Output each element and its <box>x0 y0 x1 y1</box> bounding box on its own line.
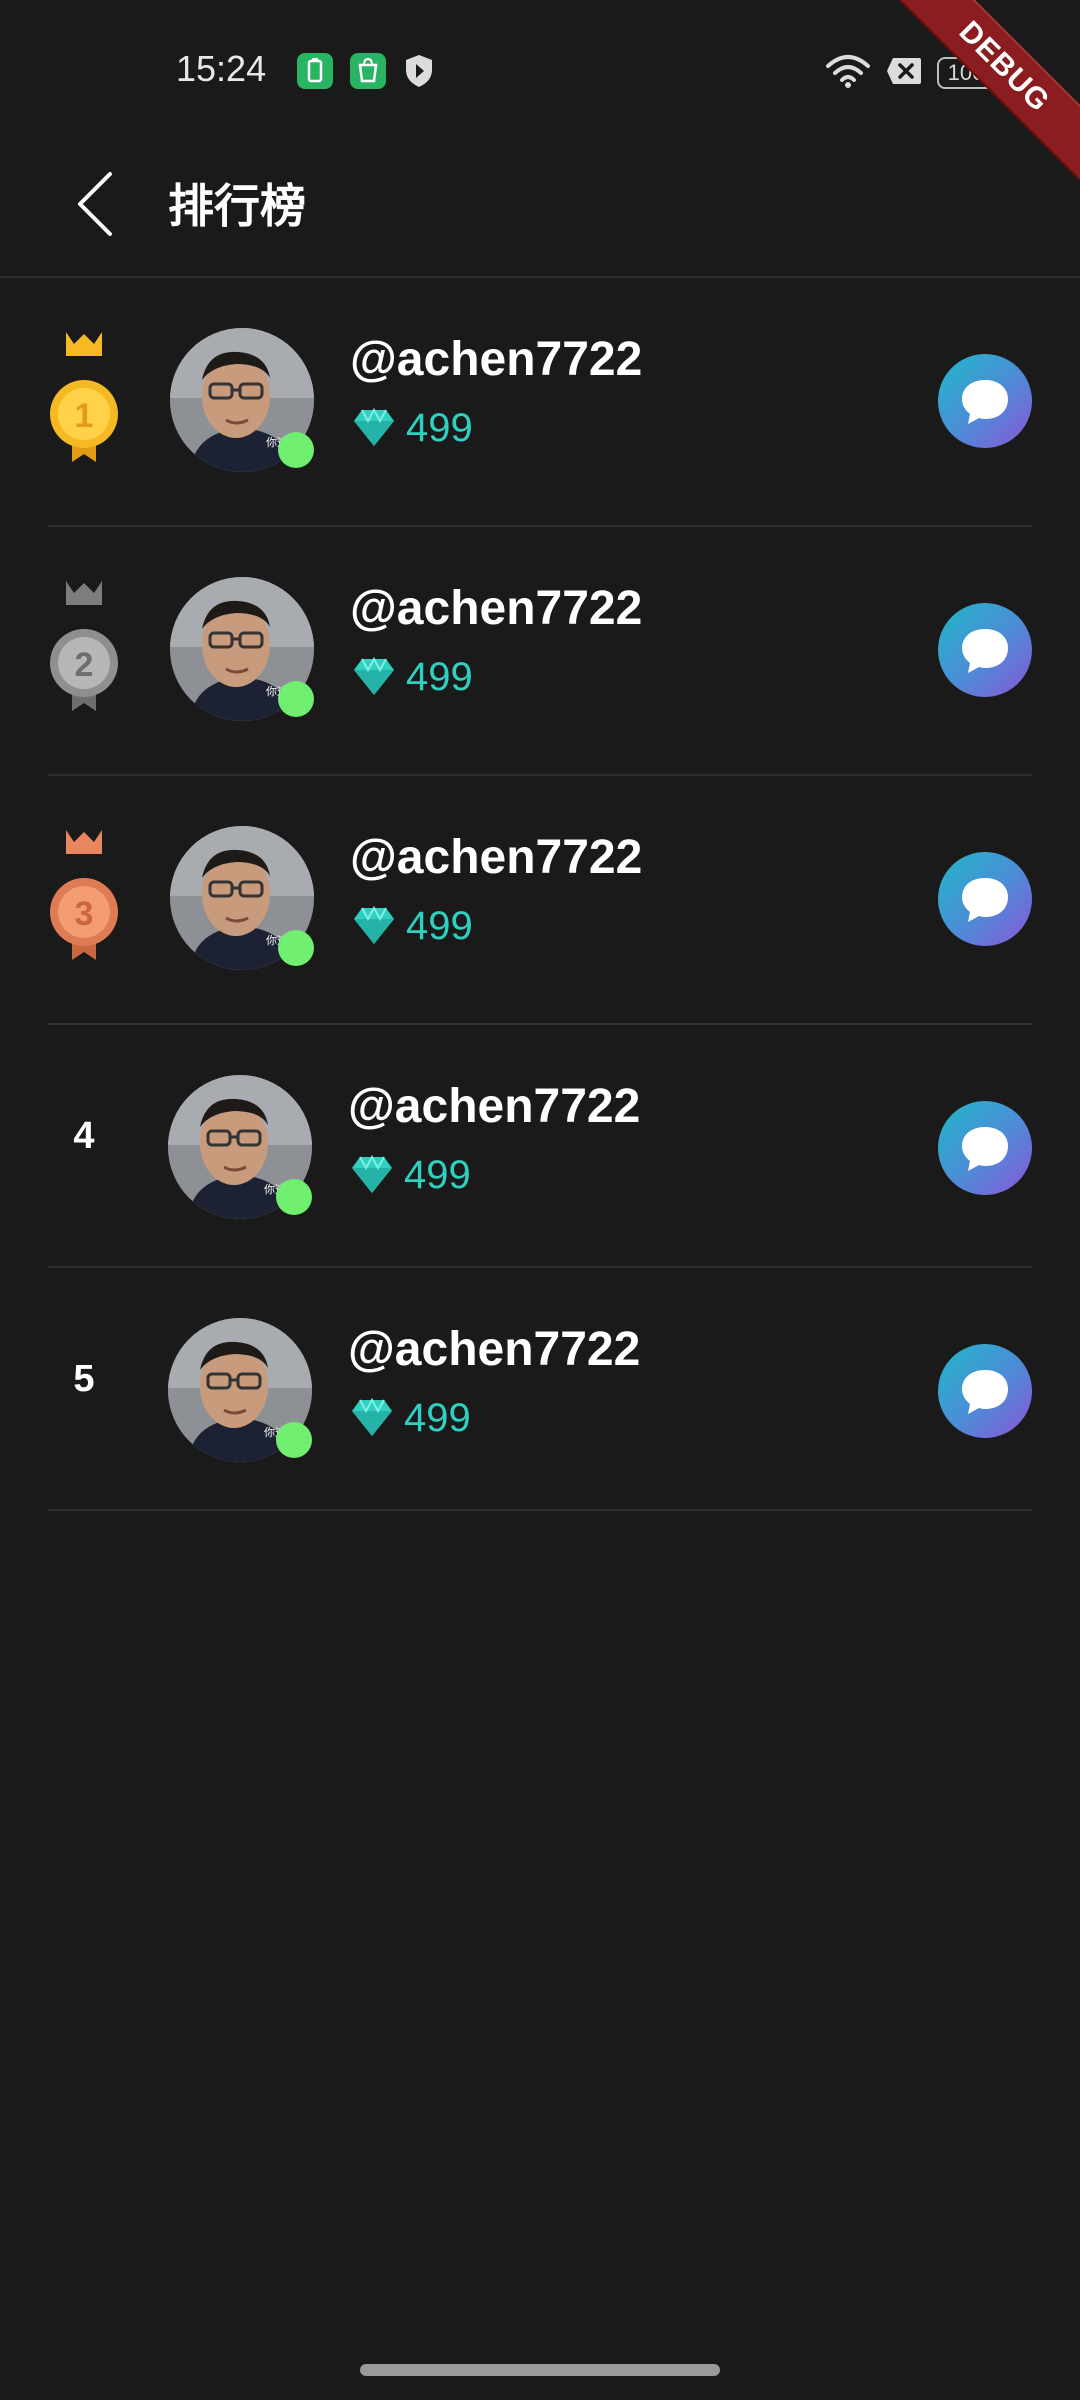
chat-button[interactable] <box>938 354 1032 448</box>
svg-text:3: 3 <box>75 895 94 933</box>
ranking-row[interactable]: 1 你这背景 @achen7722 499 <box>48 278 1032 527</box>
page-title: 排行榜 <box>168 180 306 232</box>
svg-text:2: 2 <box>75 646 94 684</box>
shield-icon <box>406 55 432 87</box>
username: @achen7722 <box>348 1323 641 1376</box>
gem-count: 499 <box>404 1396 471 1440</box>
status-bar: 15:24 100 <box>0 0 1080 140</box>
shopping-app-notification-icon <box>350 53 386 89</box>
ranking-row[interactable]: 2 你这背景 @achen7722 499 <box>48 527 1032 776</box>
chat-bubble-icon <box>962 380 1008 424</box>
chat-bubble-icon <box>962 629 1008 673</box>
username: @achen7722 <box>348 1080 641 1133</box>
battery-app-notification-icon <box>297 53 333 89</box>
ranking-row[interactable]: 3 你这背景 @achen7722 499 <box>48 776 1032 1025</box>
ranking-row[interactable]: 5 你这背景 @achen7722 499 <box>48 1268 1032 1511</box>
rank-number: 5 <box>73 1358 95 1400</box>
username: @achen7722 <box>350 582 643 635</box>
online-status-dot <box>276 1179 312 1215</box>
online-status-dot <box>276 1422 312 1458</box>
bronze-medal-icon: 3 <box>50 830 118 960</box>
chat-button[interactable] <box>938 1344 1032 1438</box>
status-time: 15:24 <box>176 48 267 89</box>
no-sim-icon <box>887 58 921 84</box>
gem-count: 499 <box>404 1153 471 1197</box>
silver-medal-icon: 2 <box>50 581 118 711</box>
diamond-icon <box>354 906 394 944</box>
home-indicator[interactable] <box>360 2364 720 2376</box>
chat-bubble-icon <box>962 1127 1008 1171</box>
wifi-icon <box>826 55 870 88</box>
online-status-dot <box>278 432 314 468</box>
svg-text:1: 1 <box>75 397 94 435</box>
rank-number: 4 <box>73 1115 95 1157</box>
diamond-icon <box>354 657 394 695</box>
ranking-list: 1 你这背景 @achen7722 499 <box>48 278 1032 1511</box>
app-bar: 排行榜 <box>0 140 1080 278</box>
diamond-icon <box>352 1398 392 1436</box>
chat-bubble-icon <box>962 878 1008 922</box>
diamond-icon <box>354 408 394 446</box>
gem-count: 499 <box>406 655 473 699</box>
gem-count: 499 <box>406 406 473 450</box>
username: @achen7722 <box>350 831 643 884</box>
chevron-left-icon <box>78 172 112 236</box>
gold-medal-icon: 1 <box>50 332 118 462</box>
chat-button[interactable] <box>938 1101 1032 1195</box>
ranking-row[interactable]: 4 你这背景 @achen7722 499 <box>48 1025 1032 1268</box>
chat-bubble-icon <box>962 1370 1008 1414</box>
gem-count: 499 <box>406 904 473 948</box>
diamond-icon <box>352 1155 392 1193</box>
online-status-dot <box>278 930 314 966</box>
chat-button[interactable] <box>938 852 1032 946</box>
username: @achen7722 <box>350 333 643 386</box>
online-status-dot <box>278 681 314 717</box>
back-button[interactable] <box>60 154 160 254</box>
chat-button[interactable] <box>938 603 1032 697</box>
